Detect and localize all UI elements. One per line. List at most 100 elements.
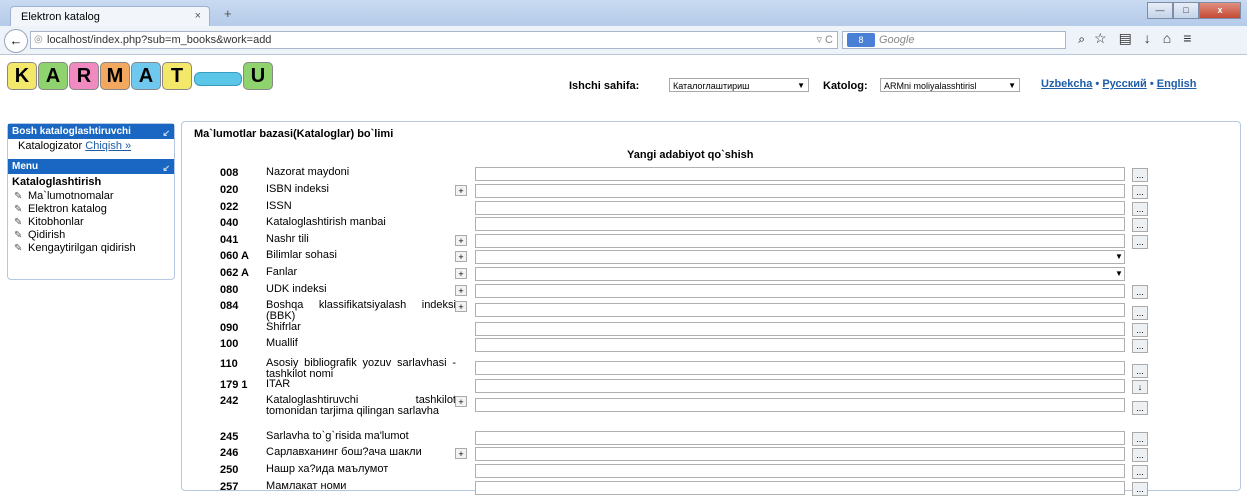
sidebar-item-kitobhonlar[interactable]: ✎ Kitobhonlar (8, 216, 174, 229)
field-input[interactable] (475, 267, 1125, 281)
field-input[interactable] (475, 361, 1125, 375)
maximize-button[interactable]: □ (1173, 2, 1199, 19)
browse-button[interactable]: ... (1132, 482, 1148, 496)
add-field-button[interactable]: + (455, 301, 467, 312)
browse-button[interactable]: ... (1132, 218, 1148, 232)
add-field-button[interactable]: + (455, 235, 467, 246)
browse-button[interactable]: ... (1132, 235, 1148, 249)
close-window-button[interactable]: x (1199, 2, 1241, 19)
field-input[interactable] (475, 398, 1125, 412)
field-input[interactable] (475, 184, 1125, 198)
browse-button[interactable]: ... (1132, 202, 1148, 216)
field-code: 242 (220, 395, 239, 407)
chevron-down-icon: ▼ (1008, 81, 1016, 90)
collapse-icon[interactable]: ↙ (162, 128, 170, 139)
url-bar[interactable]: ◎ localhost/index.php?sub=m_books&work=a… (30, 31, 838, 49)
field-label: ISBN indeksi (266, 183, 329, 195)
browse-button[interactable]: ... (1132, 168, 1148, 182)
sidebar-item-kengaytirilgan-qidirish[interactable]: ✎ Kengaytirilgan qidirish (8, 242, 174, 255)
lang-english-link[interactable]: English (1157, 78, 1197, 90)
star-icon[interactable]: ☆ (1094, 30, 1119, 46)
logo-letter: K (7, 62, 37, 90)
field-input[interactable] (475, 201, 1125, 215)
download-icon[interactable]: ↓ (1144, 30, 1163, 46)
field-code: 090 (220, 322, 239, 334)
field-input[interactable] (475, 338, 1125, 352)
add-field-button[interactable]: + (455, 268, 467, 279)
field-input[interactable] (475, 167, 1125, 181)
field-input[interactable] (475, 217, 1125, 231)
browse-button[interactable]: ... (1132, 401, 1148, 415)
search-engine-icon[interactable]: 8 (847, 33, 875, 47)
field-label: Asosiy bibliografik yozuv sarlavhasi - t… (266, 357, 456, 380)
sidebar-item-qidirish[interactable]: ✎ Qidirish (8, 229, 174, 242)
add-field-button[interactable]: + (455, 251, 467, 262)
browser-tab[interactable]: Elektron katalog × (10, 6, 210, 26)
field-input[interactable] (475, 464, 1125, 478)
browse-button[interactable]: ... (1132, 339, 1148, 353)
field-input[interactable] (475, 481, 1125, 495)
field-input[interactable] (475, 379, 1125, 393)
add-field-button[interactable]: + (455, 285, 467, 296)
katolog-select[interactable]: ARMni moliyalasshtirisl ▼ (880, 78, 1020, 92)
field-code: 110 (220, 358, 238, 370)
collapse-icon[interactable]: ↙ (162, 163, 170, 174)
logout-link[interactable]: Chiqish » (85, 140, 131, 152)
search-icon[interactable]: ⌕ (1078, 32, 1085, 47)
sidebar: Bosh kataloglashtiruvchi ↙ Katalogizator… (7, 123, 175, 280)
field-input[interactable] (475, 250, 1125, 264)
browse-button[interactable]: ... (1132, 448, 1148, 462)
field-input[interactable] (475, 447, 1125, 461)
katolog-label: Katolog: (823, 80, 868, 92)
browse-button[interactable]: ... (1132, 285, 1148, 299)
field-input[interactable] (475, 234, 1125, 248)
add-field-button[interactable]: + (455, 448, 467, 459)
logo-letter: A (131, 62, 161, 90)
sidebar-section-title: Bosh kataloglashtiruvchi (12, 126, 131, 137)
main-panel: Ma`lumotlar bazasi(Kataloglar) bo`limi Y… (181, 121, 1241, 496)
field-code: 257 (220, 481, 239, 493)
field-code: 022 (220, 201, 239, 213)
menu-icon[interactable]: ≡ (1183, 30, 1203, 46)
reload-icon[interactable]: ▿ C (816, 33, 833, 46)
sidebar-item-malumotnomalar[interactable]: ✎ Ma`lumotnomalar (8, 190, 174, 203)
download-icon[interactable]: ↓ (1132, 380, 1148, 394)
field-code: 084 (220, 300, 239, 312)
window-controls: — □ x (1147, 2, 1241, 19)
home-icon[interactable]: ⌂ (1163, 30, 1183, 46)
browse-button[interactable]: ... (1132, 465, 1148, 479)
field-label: Muallif (266, 337, 298, 349)
field-code: 179 1 (220, 379, 248, 391)
minimize-button[interactable]: — (1147, 2, 1173, 19)
browse-button[interactable]: ... (1132, 185, 1148, 199)
field-input[interactable] (475, 284, 1125, 298)
form-title: Yangi adabiyot qo`shish (627, 149, 754, 161)
field-input[interactable] (475, 322, 1125, 336)
chevron-down-icon[interactable]: ▼ (1115, 269, 1123, 278)
search-bar[interactable]: 8 Google ⌕ (842, 31, 1085, 49)
browse-button[interactable]: ... (1132, 306, 1148, 320)
browse-button[interactable]: ... (1132, 432, 1148, 446)
lang-russian-link[interactable]: Русский (1102, 78, 1146, 90)
add-field-button[interactable]: + (455, 396, 467, 407)
browse-button[interactable]: ... (1132, 364, 1148, 378)
ishchi-select[interactable]: Каталоглаштириш ▼ (669, 78, 809, 92)
menu-title: Menu (12, 161, 39, 172)
field-input[interactable] (475, 303, 1125, 317)
add-field-button[interactable]: + (455, 185, 467, 196)
field-input[interactable] (475, 431, 1125, 445)
field-label: Shifrlar (266, 321, 301, 333)
chevron-down-icon[interactable]: ▼ (1115, 252, 1123, 261)
logo-letter: T (162, 62, 192, 90)
browse-button[interactable]: ... (1132, 323, 1148, 337)
bookmarks-icon[interactable]: ▤ (1119, 30, 1144, 46)
sidebar-item-label: Qidirish (28, 229, 66, 241)
lang-uzbek-link[interactable]: Uzbekcha (1041, 78, 1092, 90)
sidebar-item-label: Kengaytirilgan qidirish (28, 242, 136, 254)
field-code: 041 (220, 234, 239, 246)
chevron-down-icon: ▼ (797, 81, 805, 90)
new-tab-button[interactable]: + (224, 6, 232, 21)
sidebar-item-elektron-katalog[interactable]: ✎ Elektron katalog (8, 203, 174, 216)
back-arrow-icon[interactable]: ← (4, 29, 28, 53)
tab-close-icon[interactable]: × (195, 10, 201, 22)
